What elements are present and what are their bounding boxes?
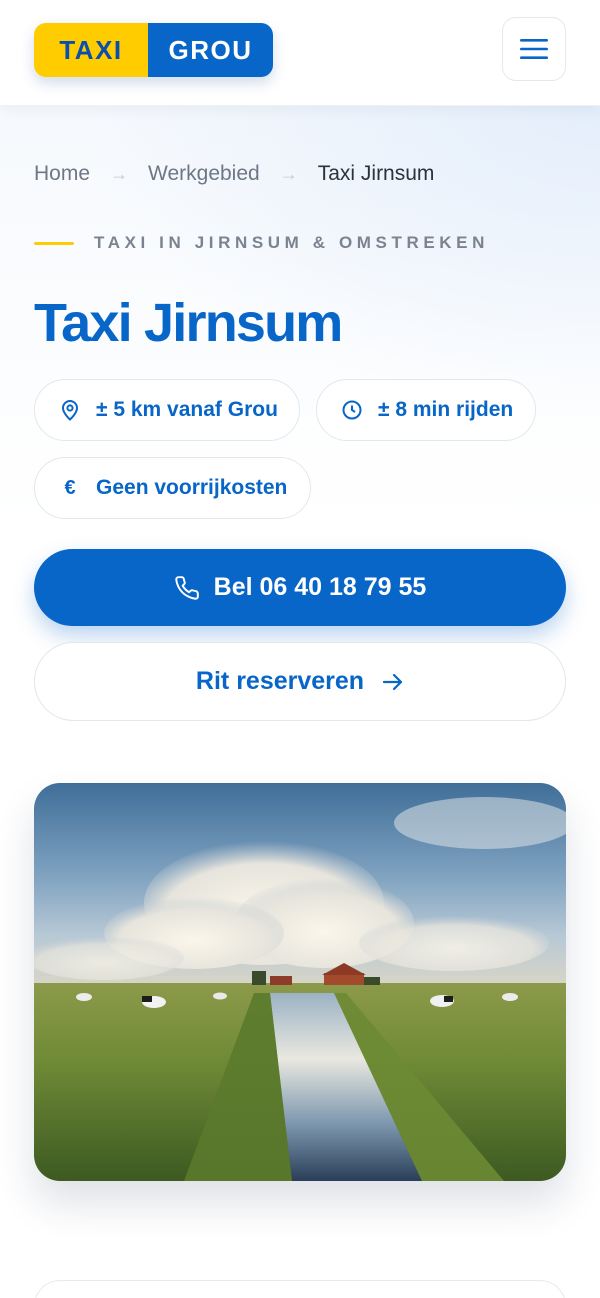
eyebrow: TAXI IN JIRNSUM & OMSTREKEN (34, 232, 489, 254)
landscape-photo (34, 783, 566, 1181)
eyebrow-accent-line (34, 241, 74, 245)
site-logo[interactable]: TAXI GROU (34, 23, 273, 77)
chip-label: ± 8 min rijden (378, 398, 514, 421)
arrow-right-icon: → (110, 163, 129, 184)
info-chip-distance: ± 5 km vanaf Grou (34, 379, 300, 441)
breadcrumb-current: Taxi Jirnsum (317, 162, 435, 185)
menu-button[interactable] (502, 17, 566, 81)
page-title: Taxi Jirnsum (34, 293, 343, 353)
site-header: TAXI GROU (0, 0, 600, 106)
phone-icon (174, 575, 200, 601)
chip-label: Geen voorrijkosten (96, 476, 288, 499)
clock-icon (340, 399, 364, 421)
chip-label: ± 5 km vanaf Grou (96, 398, 278, 421)
hamburger-menu-icon (520, 39, 548, 59)
euro-icon: € (64, 476, 76, 499)
arrow-right-icon (382, 673, 404, 691)
logo-taxi-text: TAXI (34, 23, 148, 77)
arrow-right-icon: → (279, 163, 298, 184)
breadcrumb: Home → Werkgebied → Taxi Jirnsum (34, 161, 434, 187)
call-button-label: Bel 06 40 18 79 55 (213, 573, 427, 601)
reserve-button[interactable]: Rit reserveren (34, 642, 566, 721)
eyebrow-text: TAXI IN JIRNSUM & OMSTREKEN (94, 233, 489, 252)
logo-grou-text: GROU (148, 23, 273, 77)
next-section-card (34, 1280, 566, 1298)
call-button[interactable]: Bel 06 40 18 79 55 (34, 549, 566, 626)
info-chip-duration: ± 8 min rijden (316, 379, 536, 441)
reserve-button-label: Rit reserveren (195, 667, 365, 695)
info-chip-costs: € Geen voorrijkosten (34, 457, 311, 519)
breadcrumb-werkgebied[interactable]: Werkgebied (148, 162, 260, 186)
breadcrumb-home[interactable]: Home (34, 162, 90, 186)
map-pin-icon (58, 399, 82, 421)
